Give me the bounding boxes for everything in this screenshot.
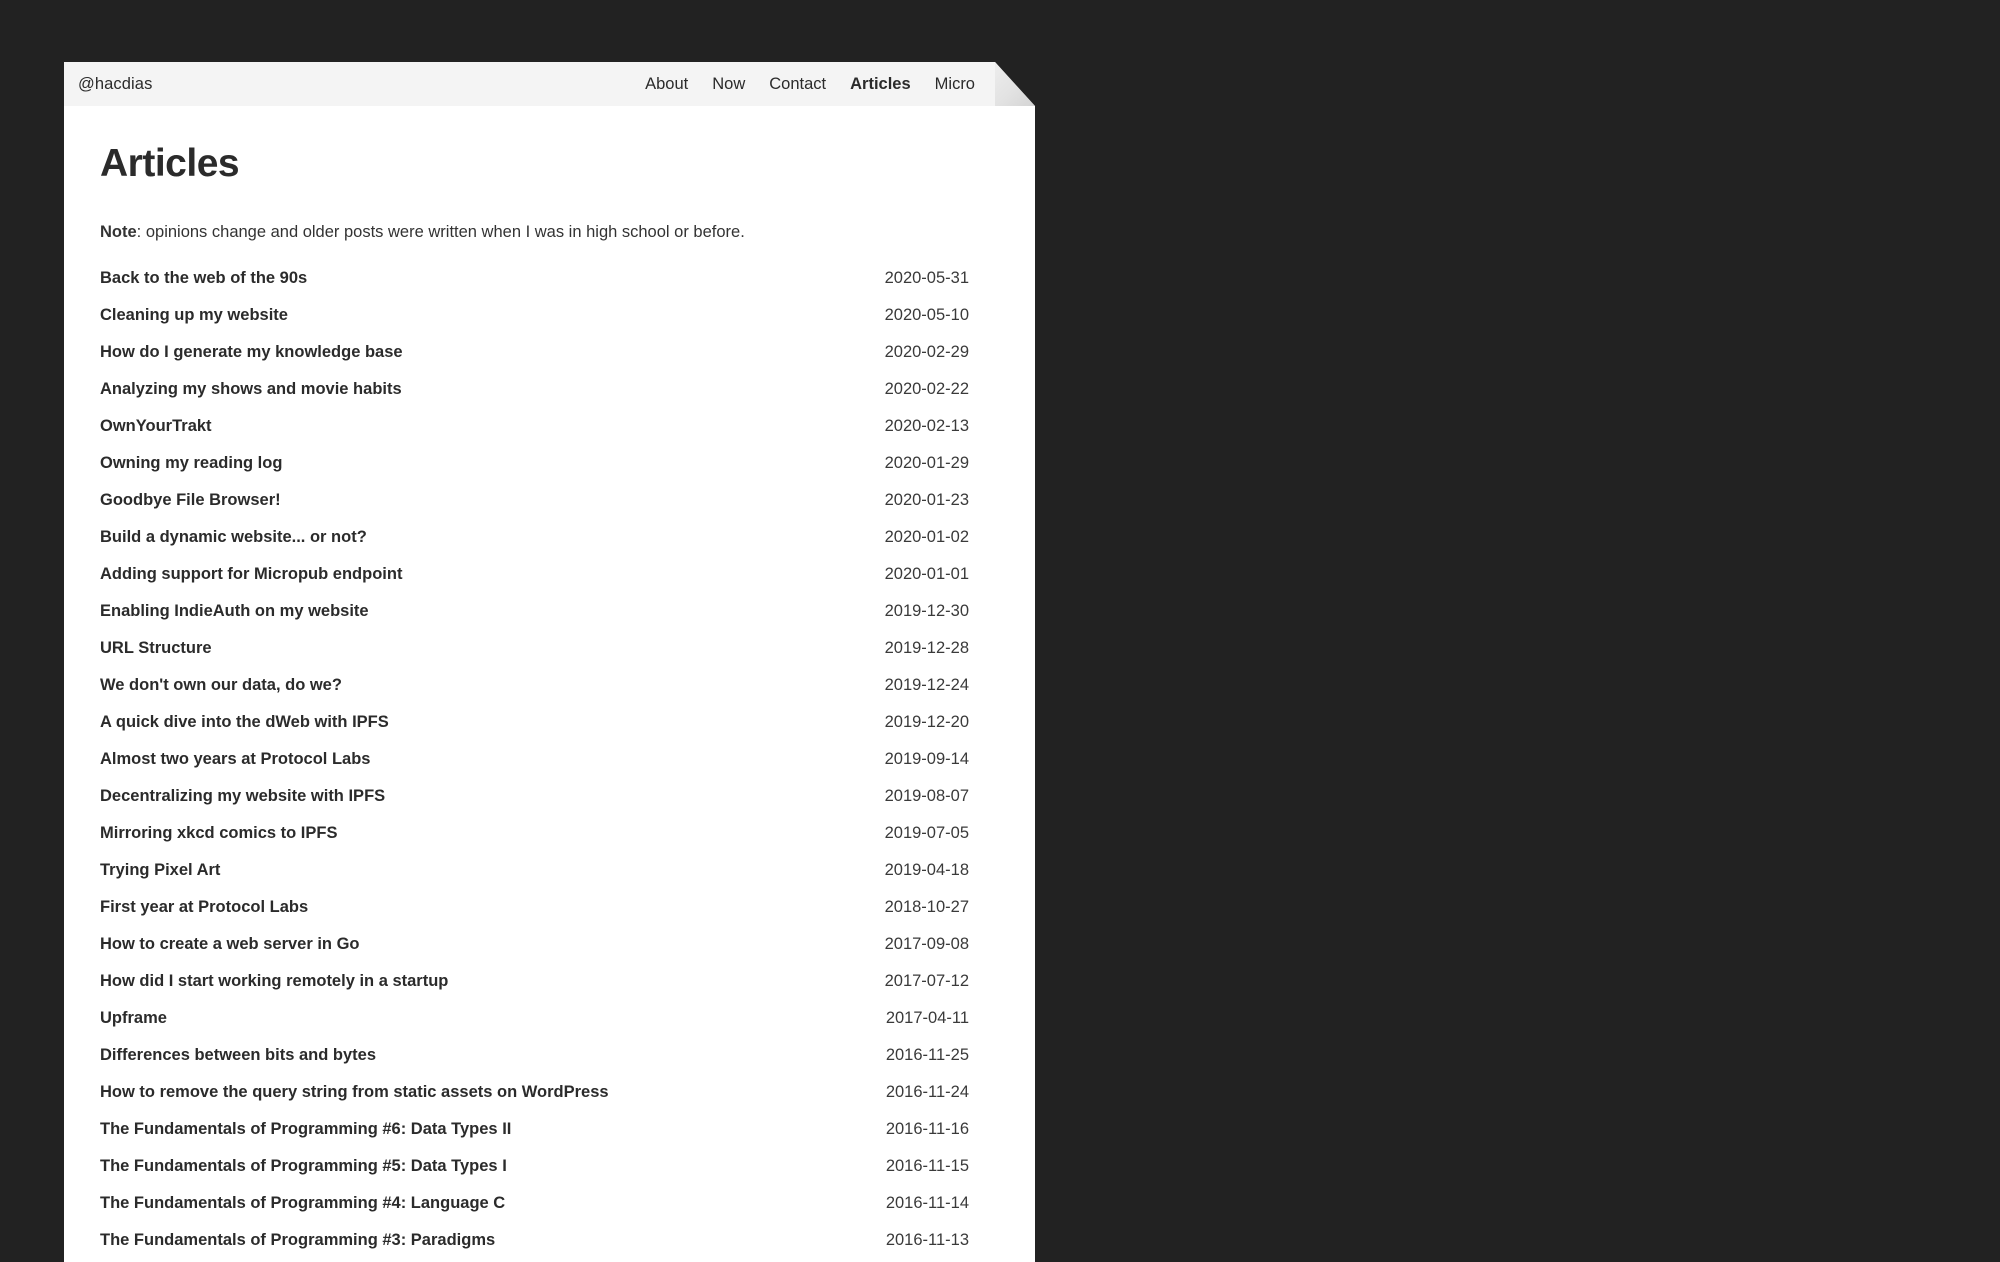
page-card: @hacdias About Now Contact Articles Micro Ar…: [64, 62, 1035, 1262]
article-row: First year at Protocol Labs 2018-10-27: [100, 898, 969, 935]
article-title-link[interactable]: How to create a web server in Go: [100, 935, 360, 954]
article-row: How did I start working remotely in a st…: [100, 972, 969, 1009]
article-row: The Fundamentals of Programming #4: Lang…: [100, 1194, 969, 1231]
article-date: 2017-09-08: [884, 934, 969, 953]
article-title-link[interactable]: URL Structure: [100, 639, 212, 658]
nav-link-list: About Now Contact Articles Micro: [645, 76, 1035, 93]
article-row: The Fundamentals of Programming #3: Para…: [100, 1231, 969, 1262]
article-date: 2020-01-29: [884, 453, 969, 472]
article-date: 2016-11-16: [885, 1119, 969, 1138]
article-row: Back to the web of the 90s 2020-05-31: [100, 269, 969, 306]
article-row: OwnYourTrakt 2020-02-13: [100, 417, 969, 454]
article-title-link[interactable]: Enabling IndieAuth on my website: [100, 602, 369, 621]
article-date: 2020-02-29: [884, 342, 969, 361]
article-date: 2019-07-05: [884, 823, 969, 842]
article-row: A quick dive into the dWeb with IPFS 2019…: [100, 713, 969, 750]
article-title-link[interactable]: Upframe: [100, 1009, 167, 1028]
article-row: Mirroring xkcd comics to IPFS 2019-07-05: [100, 824, 969, 861]
article-date: 2020-02-13: [884, 416, 969, 435]
article-row: Build a dynamic website... or not? 2020-0…: [100, 528, 969, 565]
article-date: 2019-12-20: [884, 712, 969, 731]
article-row: Analyzing my shows and movie habits 2020-…: [100, 380, 969, 417]
article-row: Adding support for Micropub endpoint 2020…: [100, 565, 969, 602]
article-title-link[interactable]: How to remove the query string from stat…: [100, 1083, 609, 1102]
page-title: Articles: [100, 142, 240, 185]
article-title-link[interactable]: Differences between bits and bytes: [100, 1046, 376, 1065]
article-title-link[interactable]: How do I generate my knowledge base: [100, 343, 403, 362]
article-title-link[interactable]: Decentralizing my website with IPFS: [100, 787, 385, 806]
article-title-link[interactable]: The Fundamentals of Programming #6: Data…: [100, 1120, 511, 1139]
nav-link-articles[interactable]: Articles: [850, 76, 911, 93]
nav-link-contact[interactable]: Contact: [769, 76, 826, 93]
nav-link-now[interactable]: Now: [712, 76, 745, 93]
article-date: 2019-09-14: [884, 749, 969, 768]
article-row: URL Structure 2019-12-28: [100, 639, 969, 676]
article-row: How to create a web server in Go 2017-09-…: [100, 935, 969, 972]
article-title-link[interactable]: Back to the web of the 90s: [100, 269, 307, 288]
note-text: Note: opinions change and older posts we…: [100, 221, 969, 244]
article-title-link[interactable]: The Fundamentals of Programming #4: Lang…: [100, 1194, 505, 1213]
article-title-link[interactable]: The Fundamentals of Programming #3: Para…: [100, 1231, 495, 1250]
article-title-link[interactable]: Owning my reading log: [100, 454, 282, 473]
article-row: The Fundamentals of Programming #5: Data…: [100, 1157, 969, 1194]
article-row: Almost two years at Protocol Labs 2019-09…: [100, 750, 969, 787]
article-title-link[interactable]: The Fundamentals of Programming #5: Data…: [100, 1157, 507, 1176]
note-label: Note: [100, 222, 137, 241]
nav-link-about[interactable]: About: [645, 76, 688, 93]
article-title-link[interactable]: Adding support for Micropub endpoint: [100, 565, 402, 584]
article-row: The Fundamentals of Programming #6: Data…: [100, 1120, 969, 1157]
article-date: 2017-07-12: [884, 971, 969, 990]
article-title-link[interactable]: Goodbye File Browser!: [100, 491, 281, 510]
article-date: 2020-01-02: [884, 527, 969, 546]
article-row: Enabling IndieAuth on my website 2019-12-…: [100, 602, 969, 639]
article-row: We don't own our data, do we? 2019-12-24: [100, 676, 969, 713]
article-date: 2016-11-24: [885, 1082, 969, 1101]
article-date: 2017-04-11: [885, 1008, 969, 1027]
article-date: 2020-02-22: [884, 379, 969, 398]
site-navigation: @hacdias About Now Contact Articles Micro: [64, 62, 1035, 106]
article-date: 2019-08-07: [884, 786, 969, 805]
main-content: Articles Note: opinions change and older…: [64, 106, 1035, 1262]
article-date: 2018-10-27: [884, 897, 969, 916]
article-date: 2019-12-24: [884, 675, 969, 694]
article-row: Cleaning up my website 2020-05-10: [100, 306, 969, 343]
article-title-link[interactable]: A quick dive into the dWeb with IPFS: [100, 713, 389, 732]
article-title-link[interactable]: Analyzing my shows and movie habits: [100, 380, 402, 399]
article-date: 2019-12-28: [884, 638, 969, 657]
article-date: 2020-05-10: [884, 305, 969, 324]
article-list: Back to the web of the 90s 2020-05-31 Clea…: [100, 269, 969, 1262]
article-date: 2020-01-23: [884, 490, 969, 509]
article-row: Owning my reading log 2020-01-29: [100, 454, 969, 491]
article-title-link[interactable]: Almost two years at Protocol Labs: [100, 750, 370, 769]
article-title-link[interactable]: How did I start working remotely in a st…: [100, 972, 448, 991]
article-title-link[interactable]: Mirroring xkcd comics to IPFS: [100, 824, 337, 843]
article-date: 2020-01-01: [884, 564, 969, 583]
article-title-link[interactable]: Build a dynamic website... or not?: [100, 528, 367, 547]
article-title-link[interactable]: OwnYourTrakt: [100, 417, 212, 436]
article-title-link[interactable]: First year at Protocol Labs: [100, 898, 308, 917]
site-brand-link[interactable]: @hacdias: [78, 76, 152, 93]
article-date: 2019-12-30: [884, 601, 969, 620]
article-row: Upframe 2017-04-11: [100, 1009, 969, 1046]
article-date: 2016-11-25: [885, 1045, 969, 1064]
article-row: Goodbye File Browser! 2020-01-23: [100, 491, 969, 528]
article-row: How to remove the query string from stat…: [100, 1083, 969, 1120]
note-body: : opinions change and older posts were w…: [136, 222, 745, 241]
article-title-link[interactable]: We don't own our data, do we?: [100, 676, 342, 695]
nav-link-micro[interactable]: Micro: [935, 76, 975, 93]
article-title-link[interactable]: Cleaning up my website: [100, 306, 288, 325]
article-date: 2016-11-13: [885, 1230, 969, 1249]
article-date: 2020-05-31: [884, 268, 969, 287]
article-title-link[interactable]: Trying Pixel Art: [100, 861, 220, 880]
article-date: 2016-11-14: [885, 1193, 969, 1212]
article-row: Differences between bits and bytes 2016-1…: [100, 1046, 969, 1083]
article-row: Decentralizing my website with IPFS 2019-…: [100, 787, 969, 824]
article-date: 2016-11-15: [885, 1156, 969, 1175]
article-row: How do I generate my knowledge base 2020-…: [100, 343, 969, 380]
article-row: Trying Pixel Art 2019-04-18: [100, 861, 969, 898]
article-date: 2019-04-18: [884, 860, 969, 879]
